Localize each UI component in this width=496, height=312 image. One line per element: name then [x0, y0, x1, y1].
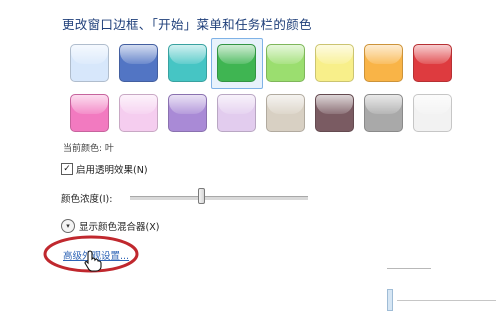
color-mixer-toggle[interactable]: ▾ 显示颜色混合器(X)	[61, 219, 159, 233]
color-swatch[interactable]	[413, 44, 452, 82]
color-swatch[interactable]	[119, 94, 158, 132]
intensity-slider-track[interactable]	[130, 196, 308, 200]
transparency-checkbox[interactable]: ✓	[61, 163, 73, 175]
intensity-label: 颜色浓度(I):	[61, 194, 113, 205]
color-swatch[interactable]	[413, 94, 452, 132]
page-title: 更改窗口边框、「开始」菜单和任务栏的颜色	[62, 17, 312, 32]
color-swatch[interactable]	[266, 44, 305, 82]
color-swatch[interactable]	[217, 44, 256, 82]
divider-line	[397, 300, 496, 301]
color-swatch[interactable]	[119, 44, 158, 82]
color-swatch[interactable]	[70, 94, 109, 132]
color-swatch[interactable]	[315, 94, 354, 132]
transparency-label: 启用透明效果(N)	[76, 165, 148, 176]
color-swatch[interactable]	[266, 94, 305, 132]
color-swatch[interactable]	[364, 44, 403, 82]
color-mixer-label: 显示颜色混合器(X)	[79, 222, 160, 233]
color-swatch[interactable]	[217, 94, 256, 132]
color-swatch[interactable]	[168, 44, 207, 82]
color-swatch[interactable]	[315, 44, 354, 82]
scroll-handle[interactable]	[387, 289, 393, 311]
current-color-label: 当前颜色: 叶	[63, 144, 114, 154]
divider-line	[387, 268, 431, 269]
chevron-down-icon[interactable]: ▾	[61, 219, 75, 233]
color-swatch[interactable]	[70, 44, 109, 82]
transparency-option[interactable]: ✓ 启用透明效果(N)	[61, 162, 148, 176]
intensity-slider-thumb[interactable]	[198, 188, 206, 204]
hand-cursor-icon	[84, 250, 102, 272]
color-swatch[interactable]	[364, 94, 403, 132]
color-swatch[interactable]	[168, 94, 207, 132]
